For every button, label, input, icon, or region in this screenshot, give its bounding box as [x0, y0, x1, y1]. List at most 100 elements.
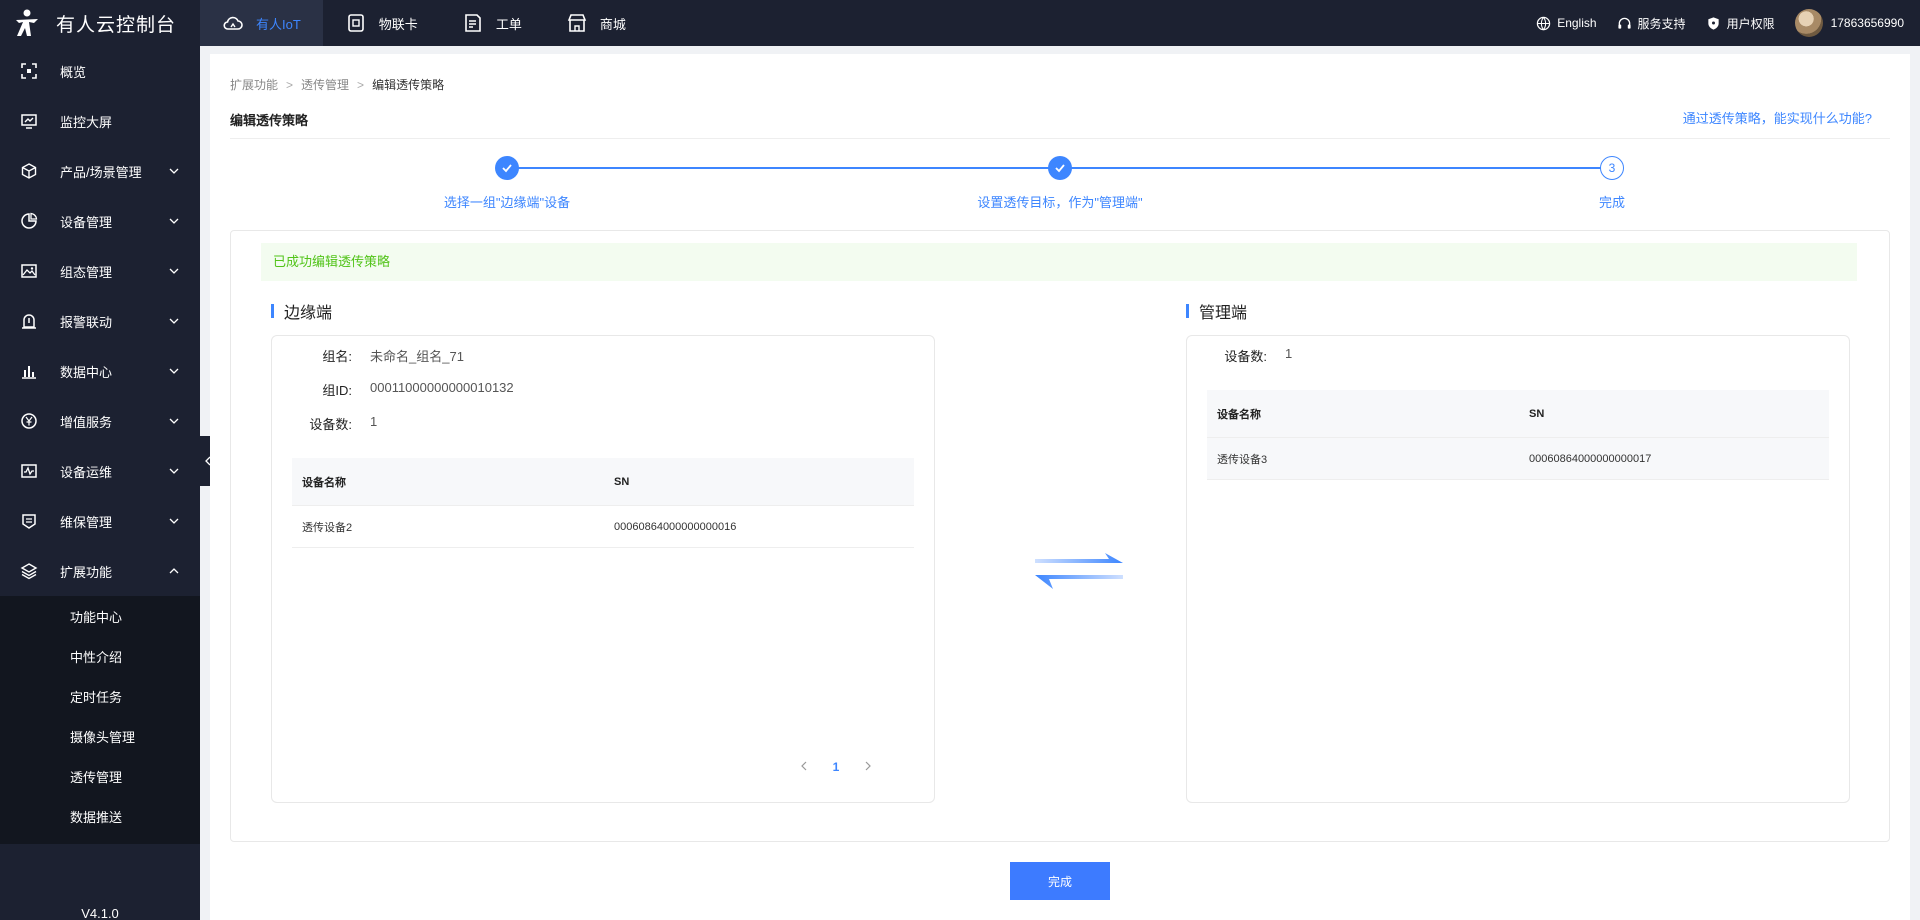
- cloud-icon: [223, 16, 243, 30]
- sidebar-item-label: 增值服务: [60, 414, 113, 430]
- sidebar-item-label: 产品/场景管理: [60, 164, 142, 180]
- sidebar-item-alarm[interactable]: 报警联动: [0, 296, 200, 346]
- sidebar-item-label: 维保管理: [60, 514, 113, 530]
- step-2-label: 设置透传目标，作为"管理端": [977, 195, 1143, 210]
- topnav-sim-card-label: 物联卡: [378, 16, 418, 32]
- top-nav: 有人IoT 物联卡 工单 商城: [200, 0, 648, 46]
- edge-panel: 组名: 未命名_组名_71 组ID: 00011000000000010132 …: [271, 335, 935, 803]
- check-icon: [502, 164, 512, 173]
- top-right: English 服务支持 用户权限 17863656990: [1516, 0, 1920, 46]
- language-switch[interactable]: English: [1536, 16, 1597, 31]
- sidebar-item-maintenance[interactable]: 维保管理: [0, 496, 200, 546]
- table-row[interactable]: 透传设备2 00060864000000000016: [292, 506, 914, 548]
- sidebar-subitem-passthrough[interactable]: 透传管理: [0, 756, 200, 796]
- topnav-shop[interactable]: 商城: [544, 0, 648, 46]
- breadcrumb-separator: >: [286, 77, 294, 92]
- breadcrumb-current: 编辑透传策略: [372, 78, 445, 92]
- sidebar-subitem-camera[interactable]: 摄像头管理: [0, 716, 200, 756]
- top-bar: 有人云控制台 有人IoT 物联卡 工单 商城 English 服务支持 用户权限…: [0, 0, 1920, 46]
- breadcrumb-passthrough[interactable]: 透传管理: [301, 76, 349, 93]
- permissions-link[interactable]: 用户权限: [1706, 15, 1775, 32]
- permissions-label: 用户权限: [1726, 16, 1775, 31]
- prev-page-button[interactable]: [792, 760, 816, 774]
- globe-icon: [1536, 16, 1551, 30]
- field-label: 设备数:: [1224, 349, 1267, 364]
- breadcrumb-separator: >: [357, 77, 365, 92]
- sidebar-item-monitor-screen[interactable]: 监控大屏: [0, 96, 200, 146]
- cell-device-name: 透传设备3: [1217, 453, 1268, 466]
- sidebar-item-product-scene[interactable]: 产品/场景管理: [0, 146, 200, 196]
- help-link[interactable]: 通过透传策略，能实现什么功能?: [1683, 108, 1872, 127]
- sidebar-item-device-ops[interactable]: 设备运维: [0, 446, 200, 496]
- step-connector: [508, 167, 1064, 169]
- sidebar-item-label: 报警联动: [60, 314, 113, 330]
- topnav-sim-card[interactable]: 物联卡: [323, 0, 440, 46]
- cube-icon: [21, 163, 37, 179]
- sidebar-subitem-data-push[interactable]: 数据推送: [0, 796, 200, 836]
- brand[interactable]: 有人云控制台: [0, 0, 200, 46]
- edge-device-table: 设备名称 SN 透传设备2 00060864000000000016: [292, 458, 914, 548]
- brand-name: 有人云控制台: [56, 14, 177, 36]
- step-3-label: 完成: [1598, 195, 1626, 210]
- chevron-down-icon: [169, 218, 179, 224]
- main-panel: 扩展功能 > 透传管理 > 编辑透传策略 编辑透传策略 通过透传策略，能实现什么…: [210, 54, 1910, 920]
- sidebar-item-value-added[interactable]: 增值服务: [0, 396, 200, 446]
- edge-title-text: 边缘端: [284, 305, 333, 322]
- step-connector: [1062, 167, 1616, 169]
- title-accent-bar: [271, 304, 274, 318]
- next-page-button[interactable]: [856, 760, 880, 774]
- sidebar-subitem-neutral-intro[interactable]: 中性介绍: [0, 636, 200, 676]
- topnav-iot[interactable]: 有人IoT: [200, 0, 323, 46]
- table-row[interactable]: 透传设备3 00060864000000000017: [1207, 438, 1829, 480]
- chevron-up-icon: [169, 568, 179, 574]
- maintenance-icon: [22, 514, 36, 529]
- edge-section-title: 边缘端: [271, 299, 332, 323]
- sidebar-item-device-management[interactable]: 设备管理: [0, 196, 200, 246]
- field-label: 组ID:: [322, 383, 352, 398]
- chevron-down-icon: [169, 268, 179, 274]
- field-label: 组名:: [322, 349, 352, 364]
- layers-icon: [20, 563, 38, 580]
- pagination: 1: [792, 760, 880, 774]
- extensions-submenu: 功能中心 中性介绍 定时任务 摄像头管理 透传管理 数据推送: [0, 596, 200, 844]
- shield-icon: [1707, 16, 1719, 30]
- column-sn: SN: [1529, 407, 1545, 420]
- cell-sn: 00060864000000000017: [1529, 452, 1652, 465]
- check-icon: [1055, 164, 1065, 173]
- yen-icon: [21, 413, 37, 429]
- manager-device-count: 设备数: 1: [1187, 346, 1292, 365]
- divider: [230, 138, 1890, 139]
- support-link[interactable]: 服务支持: [1617, 15, 1686, 32]
- column-sn: SN: [614, 475, 630, 488]
- topnav-iot-label: 有人IoT: [256, 16, 301, 32]
- sidebar-item-configuration[interactable]: 组态管理: [0, 246, 200, 296]
- sidebar-item-data-center[interactable]: 数据中心: [0, 346, 200, 396]
- sidebar-item-extensions[interactable]: 扩展功能: [0, 546, 200, 596]
- manager-panel: 设备数: 1 设备名称 SN 透传设备3 0006086400000000001…: [1186, 335, 1850, 803]
- sidebar-item-overview[interactable]: 概览: [0, 46, 200, 96]
- cell-device-name: 透传设备2: [302, 521, 353, 534]
- page-number[interactable]: 1: [824, 760, 848, 774]
- step-1-label: 选择一组"边缘端"设备: [443, 195, 571, 210]
- chevron-left-icon: [801, 761, 807, 771]
- overview-icon: [21, 63, 37, 79]
- field-label: 设备数:: [309, 417, 352, 432]
- field-value: 1: [370, 414, 378, 429]
- sidebar-item-label: 监控大屏: [60, 114, 113, 130]
- shop-icon: [567, 14, 587, 32]
- breadcrumb: 扩展功能 > 透传管理 > 编辑透传策略: [230, 76, 444, 93]
- sidebar-item-label: 概览: [60, 64, 87, 80]
- user-menu[interactable]: 17863656990: [1794, 9, 1904, 37]
- page-title: 编辑透传策略: [230, 113, 309, 128]
- bar-chart-icon: [22, 366, 36, 379]
- version-label: V4.1.0: [81, 906, 119, 920]
- sidebar-subitem-scheduled-tasks[interactable]: 定时任务: [0, 676, 200, 716]
- breadcrumb-extensions[interactable]: 扩展功能: [230, 76, 278, 93]
- sidebar-subitem-function-center[interactable]: 功能中心: [0, 596, 200, 636]
- edge-device-count: 设备数: 1: [272, 414, 377, 433]
- topnav-work-order[interactable]: 工单: [440, 0, 544, 46]
- alarm-icon: [22, 314, 36, 329]
- logo-icon: [16, 9, 38, 36]
- sidebar: 概览 监控大屏 产品/场景管理 设备管理 组态管理 报警联动 数据中心 增值服务…: [0, 46, 200, 920]
- finish-button[interactable]: 完成: [1010, 862, 1110, 900]
